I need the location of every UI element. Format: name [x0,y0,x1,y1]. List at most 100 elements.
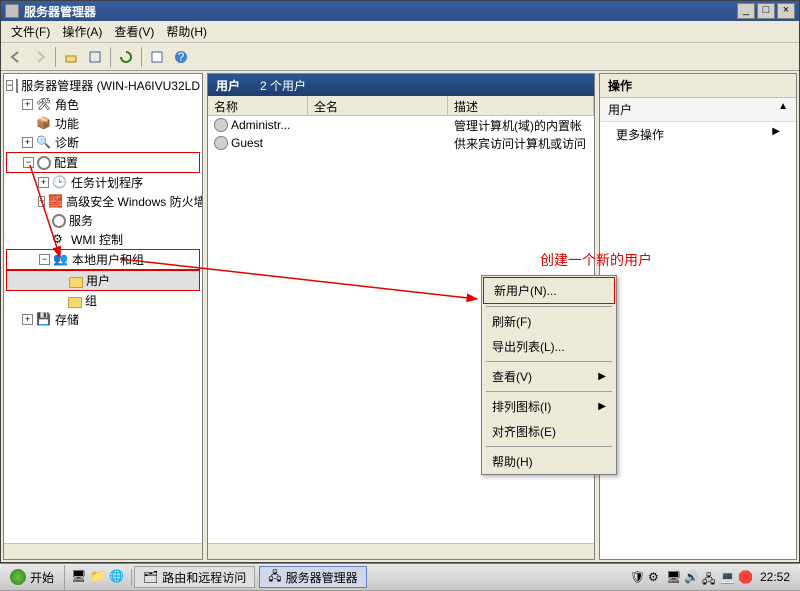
action-more[interactable]: 更多操作 ▶ [600,122,796,147]
list-count: 2 个用户 [260,77,306,94]
expander-icon[interactable]: + [38,177,49,188]
tree-roles[interactable]: + 🛠 角色 [6,95,200,114]
wmi-icon: ⚙ [52,232,68,248]
cm-help[interactable]: 帮助(H) [482,449,616,474]
clock-icon: 🕒 [52,175,68,191]
actions-panel: 操作 用户 ▲ 更多操作 ▶ [599,73,797,560]
expander-icon[interactable]: + [22,314,33,325]
menu-view[interactable]: 查看(V) [108,21,160,42]
col-description[interactable]: 描述 [448,96,594,115]
show-hide-button[interactable] [84,46,106,68]
horizontal-scrollbar[interactable] [4,543,202,559]
cm-new-user[interactable]: 新用户(N)... [483,277,615,304]
list-title: 用户 [216,77,240,94]
tree-local-users-groups[interactable]: − 👥 本地用户和组 [6,249,200,270]
horizontal-scrollbar[interactable] [208,543,594,559]
cm-export-list[interactable]: 导出列表(L)... [482,334,616,359]
tray-icon[interactable]: 🖧 [702,570,716,584]
tray-icon[interactable]: 🛡 [630,570,644,584]
system-tray: 🛡 ⚙ 🖥 🔊 🖧 💻 🛑 22:52 [624,570,800,584]
ql-explorer-icon[interactable]: 📁 [90,569,106,585]
expander-icon[interactable]: + [22,99,33,110]
storage-icon: 💾 [36,312,52,328]
tree-config[interactable]: − 配置 [6,152,200,173]
chevron-up-icon[interactable]: ▲ [778,101,788,118]
chevron-right-icon: ▶ [772,126,780,143]
tree-users[interactable]: 用户 [6,270,200,291]
ql-desktop-icon[interactable]: 🖥 [71,569,87,585]
expander-icon[interactable]: + [22,137,33,148]
taskbar-item-routing[interactable]: 🗂 路由和远程访问 [134,566,255,588]
folder-icon [69,277,83,288]
tree-panel: − 服务器管理器 (WIN-HA6IVU32LD + 🛠 角色 📦 功能 + 🔍 [3,73,203,560]
start-orb-icon [10,569,26,585]
actions-subhead: 用户 ▲ [600,98,796,122]
tray-icon[interactable]: 🛑 [738,570,752,584]
svg-text:?: ? [178,50,185,64]
roles-icon: 🛠 [36,97,52,113]
tray-icon[interactable]: ⚙ [648,570,662,584]
tree-firewall[interactable]: + 🧱 高级安全 Windows 防火墙 [6,192,200,211]
tree-groups[interactable]: 组 [6,291,200,310]
cm-align-icons[interactable]: 对齐图标(E) [482,419,616,444]
list-item[interactable]: Guest 供来宾访问计算机或访问 [208,134,594,152]
routing-icon: 🗂 [143,570,158,584]
list-item[interactable]: Administr... 管理计算机(域)的内置帐 [208,116,594,134]
menu-action[interactable]: 操作(A) [56,21,108,42]
tree-wmi[interactable]: ⚙ WMI 控制 [6,230,200,249]
expander-icon[interactable]: + [38,196,45,207]
forward-button[interactable] [29,46,51,68]
ql-ie-icon[interactable]: 🌐 [109,569,125,585]
tree-storage[interactable]: + 💾 存储 [6,310,200,329]
window-title: 服务器管理器 [22,3,737,20]
app-icon [5,4,19,18]
column-headers: 名称 全名 描述 [208,96,594,116]
tray-icon[interactable]: 💻 [720,570,734,584]
cm-refresh[interactable]: 刷新(F) [482,309,616,334]
taskbar-item-server-manager[interactable]: 🖧 服务器管理器 [259,566,366,588]
help-button[interactable]: ? [170,46,192,68]
tree-diagnostics[interactable]: + 🔍 诊断 [6,133,200,152]
tree-root[interactable]: − 服务器管理器 (WIN-HA6IVU32LD [6,76,200,95]
user-icon [214,136,228,150]
col-name[interactable]: 名称 [208,96,308,115]
diagnostics-icon: 🔍 [36,135,52,151]
tree-services[interactable]: 服务 [6,211,200,230]
expander-icon[interactable]: − [23,157,34,168]
taskbar: 开始 🖥 📁 🌐 🗂 路由和远程访问 🖧 服务器管理器 🛡 ⚙ 🖥 🔊 🖧 💻 … [0,563,800,590]
back-button[interactable] [5,46,27,68]
expander-icon[interactable]: − [6,80,13,91]
quick-launch: 🖥 📁 🌐 [65,569,132,585]
titlebar: 服务器管理器 _ □ × [1,1,799,21]
close-button[interactable]: × [777,3,795,19]
annotation-label: 创建一个新的用户 [540,250,652,270]
col-fullname[interactable]: 全名 [308,96,448,115]
server-manager-icon: 🖧 [268,567,281,588]
up-button[interactable] [60,46,82,68]
firewall-icon: 🧱 [48,194,63,210]
toolbar: ? [1,43,799,71]
user-icon [214,118,228,132]
chevron-right-icon: ▶ [598,401,606,412]
server-icon [16,79,18,93]
main-window: 服务器管理器 _ □ × 文件(F) 操作(A) 查看(V) 帮助(H) ? − [0,0,800,563]
tree-task-scheduler[interactable]: + 🕒 任务计划程序 [6,173,200,192]
maximize-button[interactable]: □ [757,3,775,19]
features-icon: 📦 [36,116,52,132]
cm-arrange-icons[interactable]: 排列图标(I)▶ [482,394,616,419]
menu-help[interactable]: 帮助(H) [160,21,213,42]
chevron-right-icon: ▶ [598,371,606,382]
minimize-button[interactable]: _ [737,3,755,19]
expander-icon[interactable]: − [39,254,50,265]
start-button[interactable]: 开始 [0,565,65,590]
tray-icon[interactable]: 🖥 [666,570,680,584]
tray-icon[interactable]: 🔊 [684,570,698,584]
cm-view[interactable]: 查看(V)▶ [482,364,616,389]
refresh-button[interactable] [115,46,137,68]
folder-icon [68,297,82,308]
tree-features[interactable]: 📦 功能 [6,114,200,133]
menu-file[interactable]: 文件(F) [5,21,56,42]
context-menu: 新用户(N)... 刷新(F) 导出列表(L)... 查看(V)▶ 排列图标(I… [481,275,617,475]
clock[interactable]: 22:52 [756,570,794,584]
properties-button[interactable] [146,46,168,68]
